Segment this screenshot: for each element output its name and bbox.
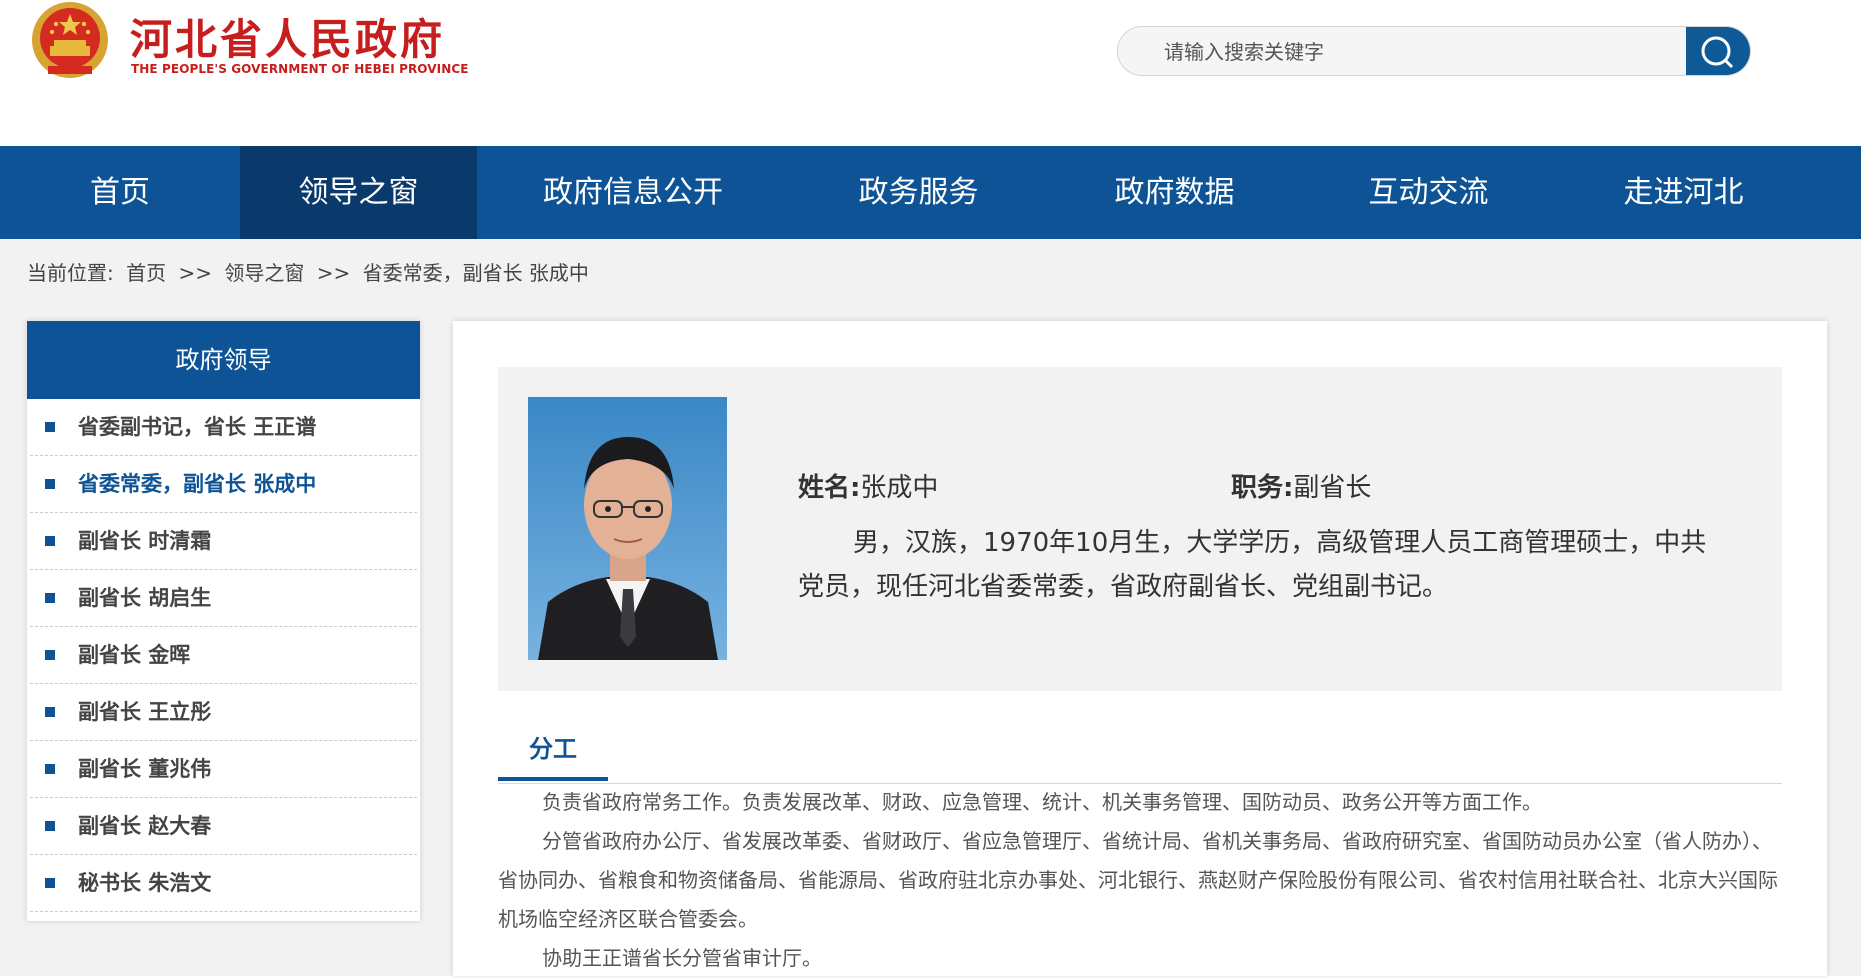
sidebar-item[interactable]: 秘书长 朱浩文 (30, 855, 417, 912)
nav-item-interaction[interactable]: 互动交流 (1301, 146, 1556, 239)
name-field: 姓名:张成中 (798, 467, 938, 504)
bullet-icon (45, 707, 55, 717)
site-header: 河北省人民政府 THE PEOPLE'S GOVERNMENT OF HEBEI… (0, 0, 1861, 146)
sidebar-item-active[interactable]: 省委常委，副省长 张成中 (30, 456, 417, 513)
bullet-icon (45, 479, 55, 489)
sidebar-item[interactable]: 副省长 赵大春 (30, 798, 417, 855)
main-nav: 首页 领导之窗 政府信息公开 政务服务 政府数据 互动交流 走进河北 (0, 146, 1861, 239)
bullet-icon (45, 650, 55, 660)
sidebar-item[interactable]: 副省长 董兆伟 (30, 741, 417, 798)
nav-item-home[interactable]: 首页 (0, 146, 240, 239)
search-icon (1701, 36, 1734, 69)
sidebar-title: 政府领导 (27, 321, 420, 399)
profile-panel: 姓名:张成中 职务:副省长 男，汉族，1970年10月生，大学学历，高级管理人员… (453, 321, 1827, 976)
breadcrumb-separator: >> (316, 261, 351, 285)
sidebar-item-label: 副省长 时清霜 (78, 529, 212, 553)
bullet-icon (45, 764, 55, 774)
sidebar-item-label: 秘书长 朱浩文 (78, 871, 212, 895)
bullet-icon (45, 821, 55, 831)
nav-item-services[interactable]: 政务服务 (789, 146, 1048, 239)
sidebar-item-label: 省委常委，副省长 张成中 (78, 472, 317, 496)
breadcrumb-leaders[interactable]: 领导之窗 (224, 261, 304, 285)
name-value: 张成中 (860, 473, 939, 503)
duties-tab-bar: 分工 (498, 721, 1782, 784)
nav-item-about-hebei[interactable]: 走进河北 (1556, 146, 1811, 239)
site-title: 河北省人民政府 (130, 15, 446, 64)
national-emblem-icon (32, 2, 108, 78)
nav-item-leaders[interactable]: 领导之窗 (240, 146, 477, 239)
profile-card: 姓名:张成中 职务:副省长 男，汉族，1970年10月生，大学学历，高级管理人员… (498, 367, 1782, 691)
leaders-sidebar: 政府领导 省委副书记，省长 王正谱 省委常委，副省长 张成中 副省长 时清霜 副… (27, 321, 420, 921)
bullet-icon (45, 536, 55, 546)
breadcrumb-separator: >> (178, 261, 212, 285)
breadcrumb: 当前位置: 首页 >> 领导之窗 >> 省委常委，副省长 张成中 (27, 257, 595, 286)
search-button[interactable] (1686, 27, 1750, 75)
breadcrumb-current: 省委常委，副省长 张成中 (362, 261, 589, 285)
sidebar-item[interactable]: 省委副书记，省长 王正谱 (30, 399, 417, 456)
sidebar-item-label: 副省长 金晖 (78, 643, 191, 667)
sidebar-item-label: 省委副书记，省长 王正谱 (78, 415, 317, 439)
sidebar-item[interactable]: 副省长 胡启生 (30, 570, 417, 627)
sidebar-item[interactable]: 副省长 金晖 (30, 627, 417, 684)
bullet-icon (45, 878, 55, 888)
name-key: 姓名: (798, 473, 861, 503)
sidebar-item[interactable]: 副省长 时清霜 (30, 513, 417, 570)
sidebar-item-label: 副省长 胡启生 (78, 586, 212, 610)
nav-item-gov-info[interactable]: 政府信息公开 (477, 146, 789, 239)
search-input[interactable] (1162, 27, 1666, 75)
sidebar-item-label: 副省长 王立彤 (78, 700, 212, 724)
sidebar-item-label: 副省长 董兆伟 (78, 757, 212, 781)
post-field: 职务:副省长 (1231, 467, 1371, 504)
sidebar-list: 省委副书记，省长 王正谱 省委常委，副省长 张成中 副省长 时清霜 副省长 胡启… (27, 399, 420, 912)
duties-paragraph: 分管省政府办公厅、省发展改革委、省财政厅、省应急管理厅、省统计局、省机关事务局、… (498, 829, 1778, 931)
breadcrumb-prefix: 当前位置: (27, 261, 114, 285)
post-value: 副省长 (1293, 473, 1372, 503)
nav-item-data[interactable]: 政府数据 (1048, 146, 1301, 239)
bullet-icon (45, 593, 55, 603)
search-box (1117, 26, 1751, 76)
duties-paragraph: 负责省政府常务工作。负责发展改革、财政、应急管理、统计、机关事务管理、国防动员、… (542, 790, 1542, 814)
breadcrumb-home[interactable]: 首页 (126, 261, 166, 285)
portrait-photo (528, 397, 727, 660)
sidebar-item[interactable]: 副省长 王立彤 (30, 684, 417, 741)
tab-duties[interactable]: 分工 (498, 721, 608, 781)
duties-paragraph: 协助王正谱省长分管省审计厅。 (542, 946, 822, 970)
post-key: 职务: (1231, 473, 1294, 503)
duties-content: 负责省政府常务工作。负责发展改革、财政、应急管理、统计、机关事务管理、国防动员、… (498, 783, 1782, 978)
site-subtitle: THE PEOPLE'S GOVERNMENT OF HEBEI PROVINC… (131, 62, 469, 76)
biography: 男，汉族，1970年10月生，大学学历，高级管理人员工商管理硕士，中共党员，现任… (798, 528, 1707, 602)
sidebar-item-label: 副省长 赵大春 (78, 814, 212, 838)
bullet-icon (45, 422, 55, 432)
